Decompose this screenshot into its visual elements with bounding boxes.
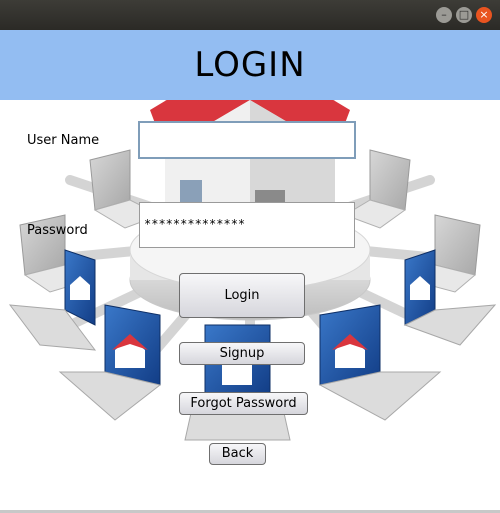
- forgot-password-button[interactable]: Forgot Password: [179, 392, 308, 415]
- maximize-icon[interactable]: □: [456, 7, 472, 23]
- password-field[interactable]: **************: [139, 202, 355, 248]
- back-button[interactable]: Back: [209, 443, 266, 465]
- page-title: LOGIN: [194, 45, 306, 85]
- signup-button[interactable]: Signup: [179, 342, 305, 365]
- login-button[interactable]: Login: [179, 273, 305, 318]
- login-window: – □ × LOGIN User Name Password *********…: [0, 0, 500, 513]
- title-bar: – □ ×: [0, 0, 500, 30]
- username-label: User Name: [27, 133, 100, 148]
- header-banner: LOGIN: [0, 30, 500, 100]
- username-field[interactable]: [138, 121, 356, 159]
- password-label: Password: [27, 223, 88, 238]
- minimize-icon[interactable]: –: [436, 7, 452, 23]
- close-icon[interactable]: ×: [476, 7, 492, 23]
